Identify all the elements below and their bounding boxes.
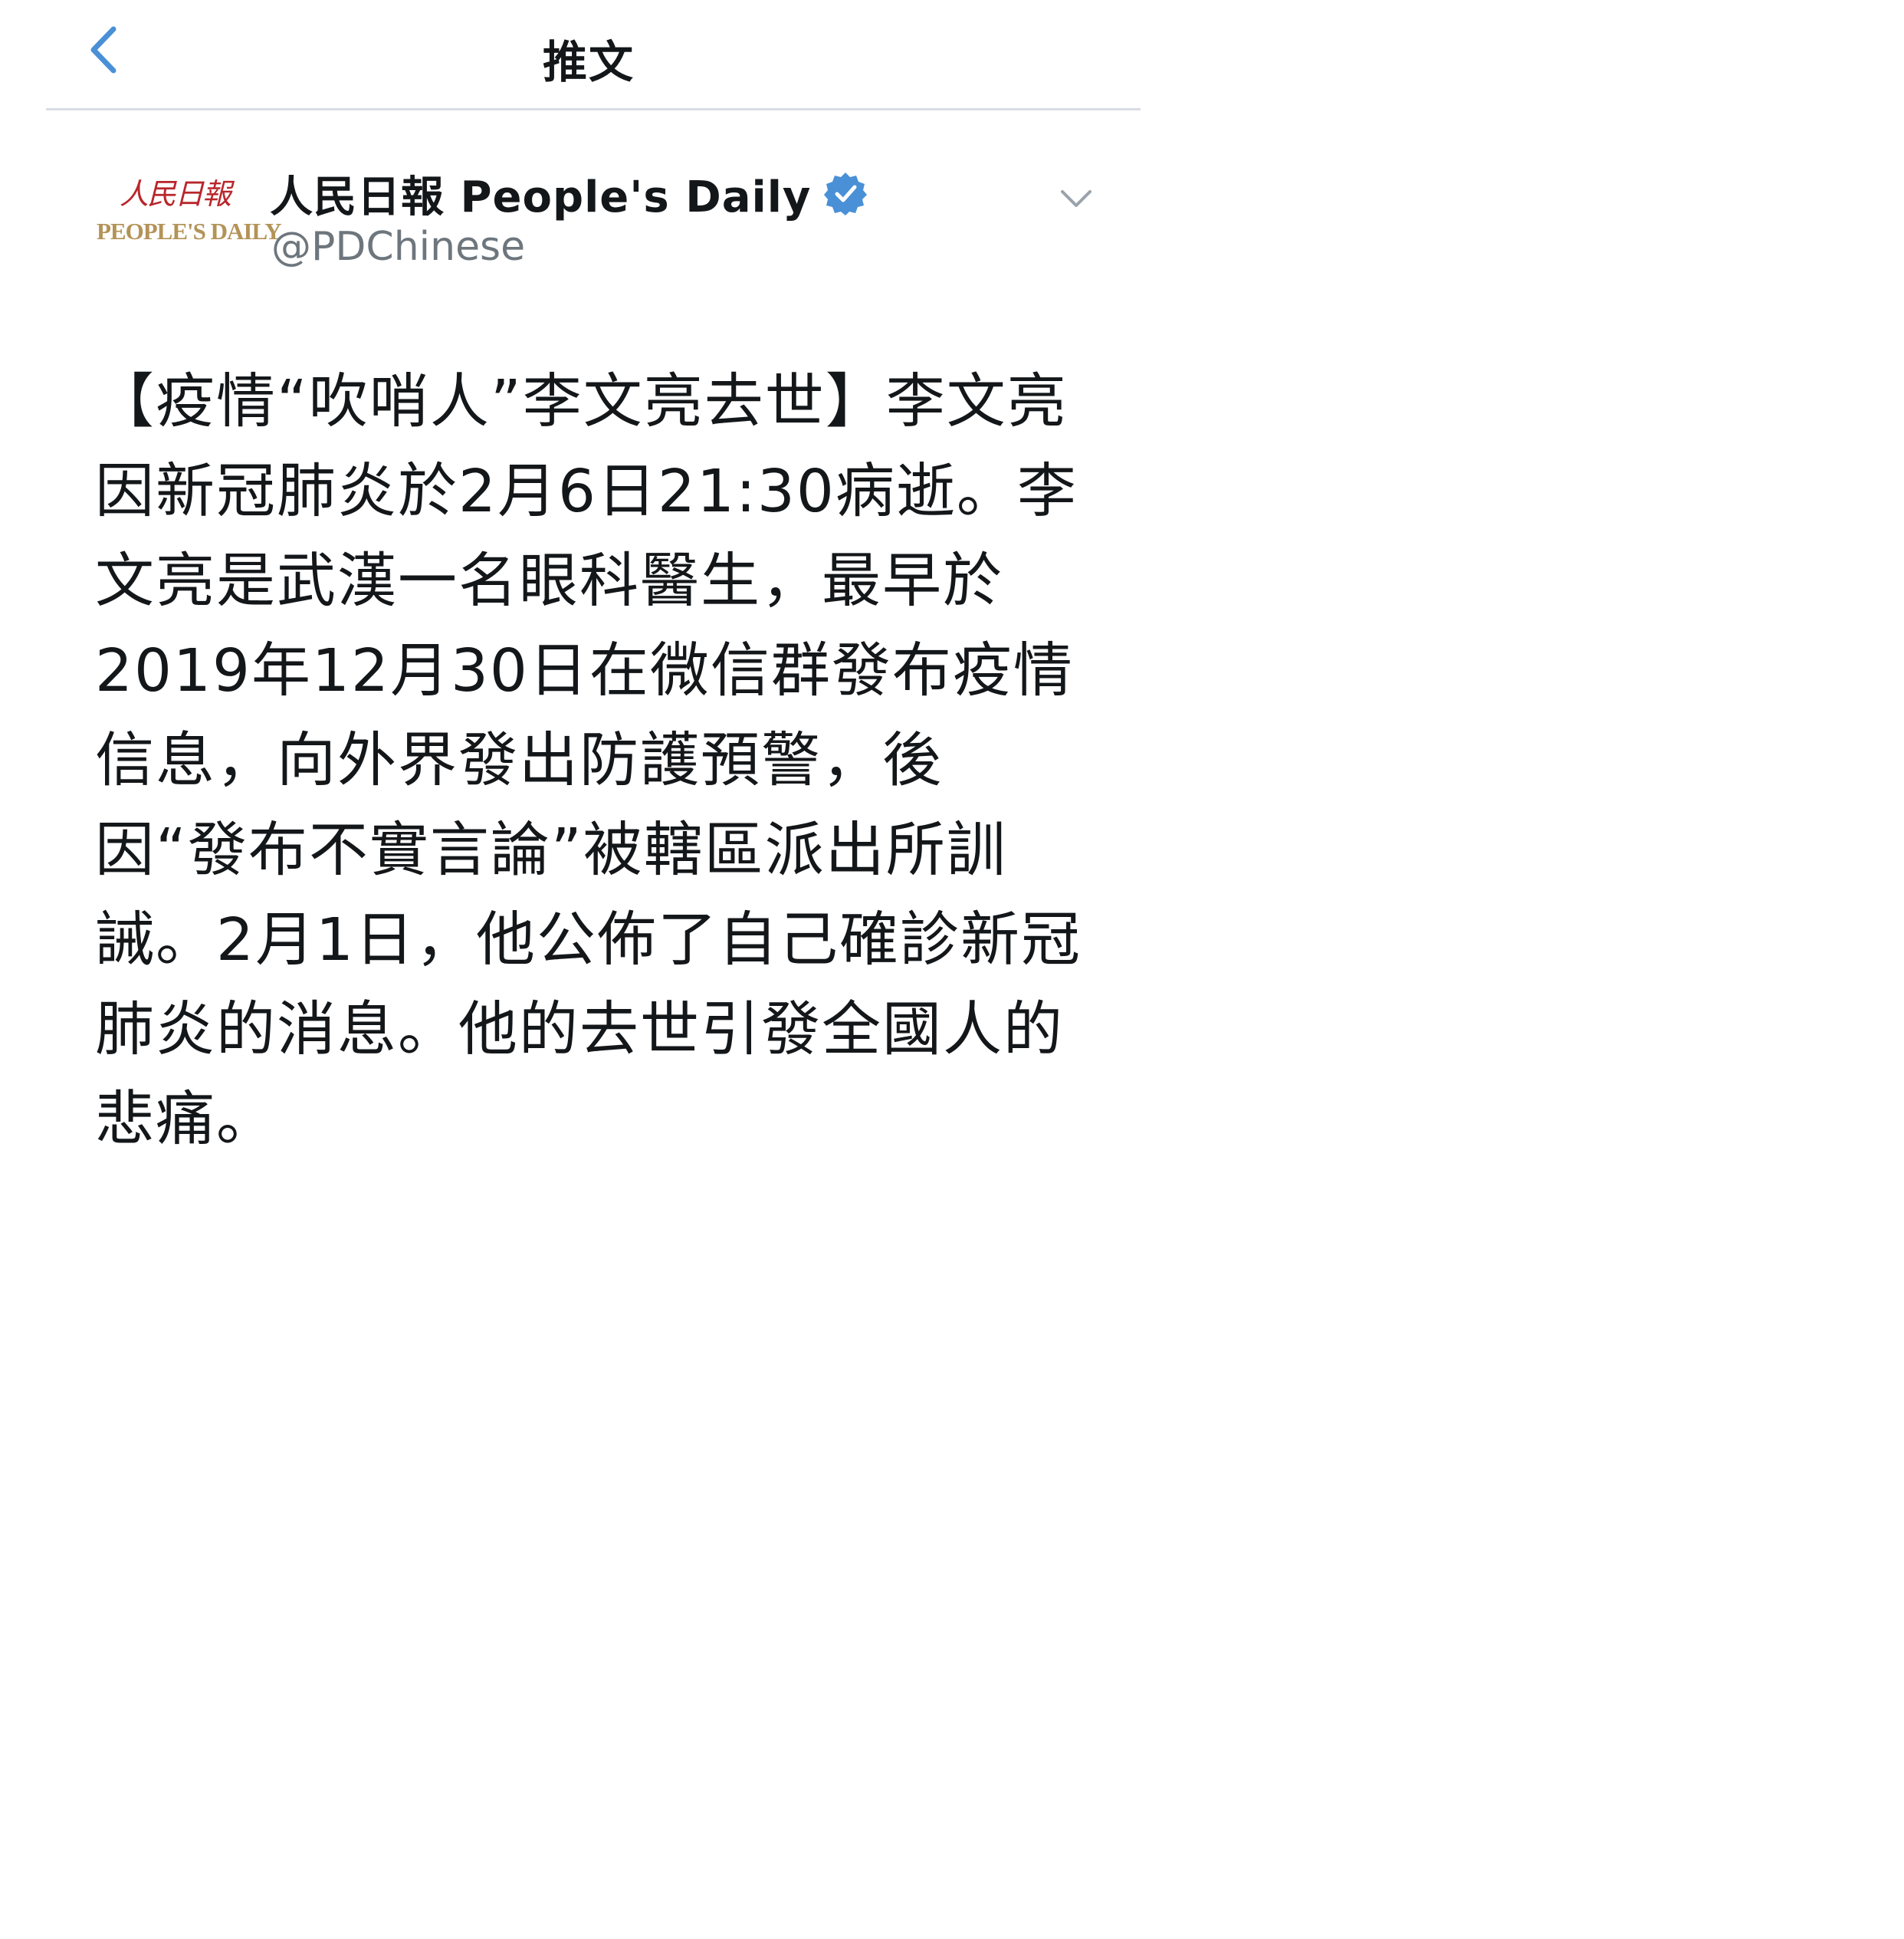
page-title: 推文: [542, 36, 635, 88]
avatar-logo-chinese: 人民日報: [120, 177, 231, 211]
verified-badge-icon: [824, 173, 868, 215]
top-nav-bar: 推文: [0, 0, 1177, 110]
display-name[interactable]: 人民日報 People's Daily: [270, 163, 811, 225]
avatar[interactable]: 人民日報 PEOPLE'S DAILY: [92, 170, 282, 255]
tweet-text: 【疫情“吹哨人”李文亮去世】李文亮因新冠肺炎於2月6日21:30病逝。李文亮是武…: [95, 368, 1082, 1154]
author-name-row: 人民日報 People's Daily: [270, 163, 868, 224]
header-divider: [46, 108, 1141, 110]
avatar-logo-english: PEOPLE'S DAILY: [97, 218, 282, 245]
author-handle[interactable]: @PDChinese: [271, 224, 525, 270]
chevron-down-icon: [1061, 190, 1092, 207]
tweet-menu-button[interactable]: [1058, 182, 1095, 213]
